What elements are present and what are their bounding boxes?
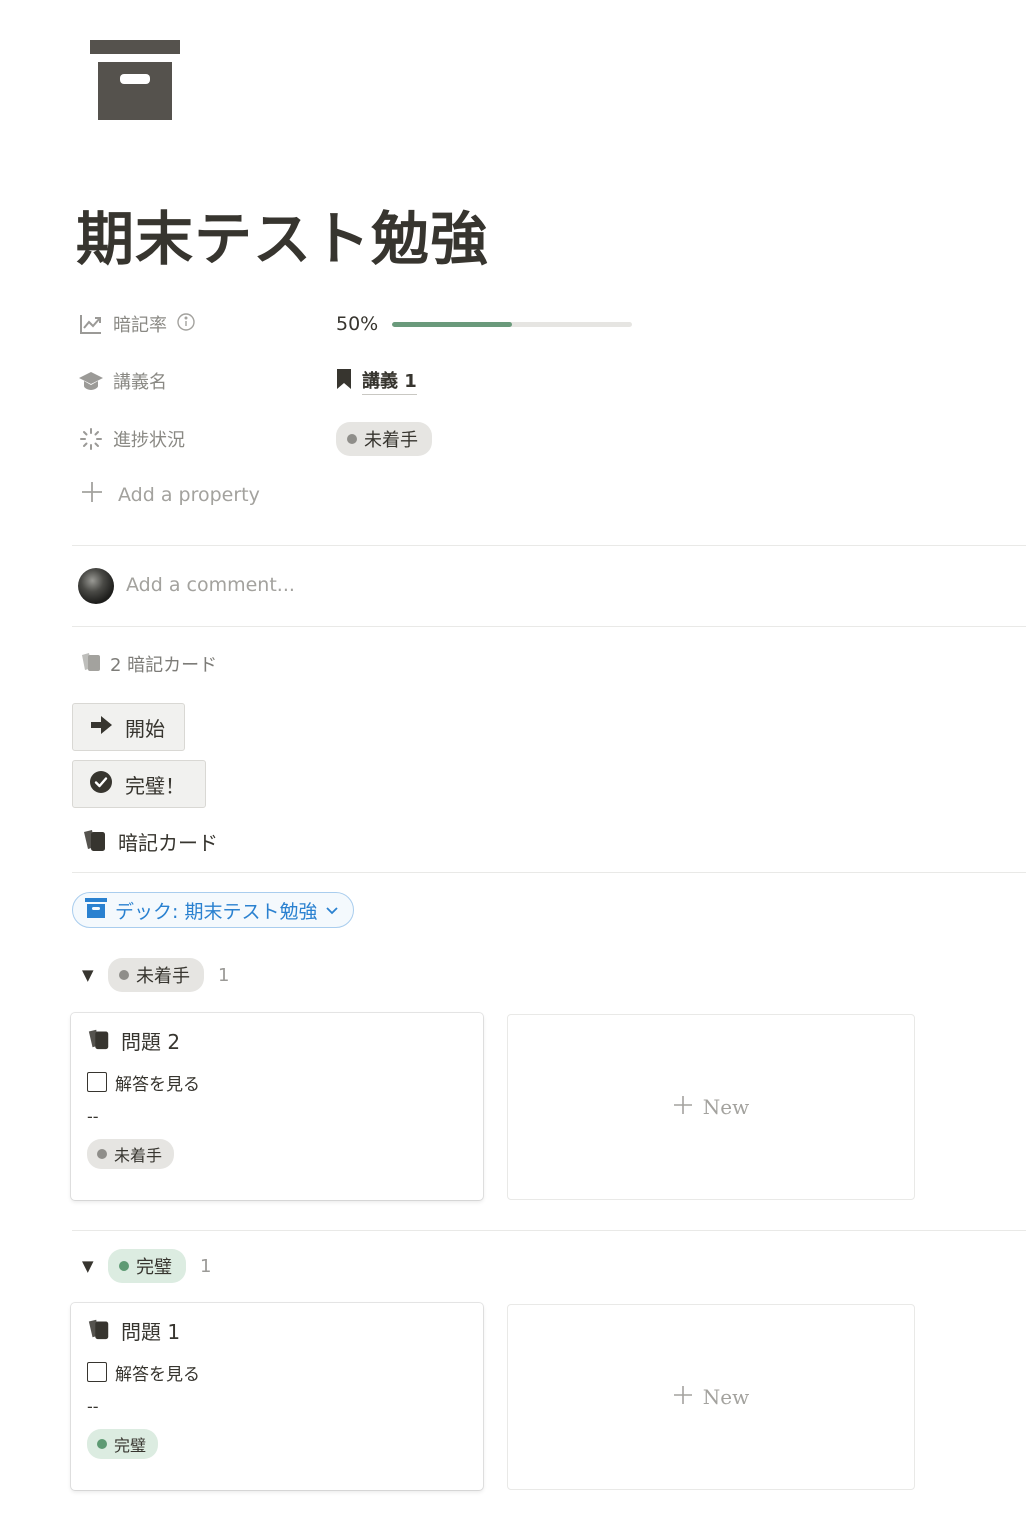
relation-link-lecture[interactable]: 講義 1 [336,367,417,395]
board-card[interactable]: 問題 2 解答を見る -- 未着手 [71,1013,483,1200]
chevron-down-icon [325,899,339,921]
add-property-button[interactable]: Add a property [80,480,260,509]
status-badge[interactable]: 未着手 [336,422,432,456]
status-dot [347,434,357,444]
progress-fill [392,321,512,327]
property-row-recall-rate: 暗記率 50% [78,304,1008,344]
property-label: 進捗状況 [113,430,185,451]
card-title: 問題 1 [87,1316,467,1345]
empty-property: -- [87,1397,99,1416]
toggle-triangle-icon[interactable]: ▼ [82,1257,96,1275]
done-button-label: 完璧！ [125,773,185,798]
database-title[interactable]: 暗記カード [82,826,218,857]
status-dot [97,1149,107,1159]
property-value-recall-rate[interactable]: 50% [336,313,632,335]
database-title-text: 暗記カード [118,831,218,855]
status-badge: 完璧 [87,1429,159,1459]
status-text: 未着手 [364,430,418,451]
plus-icon [80,480,104,509]
property-label: 講義名 [113,372,167,393]
board-card[interactable]: 問題 1 解答を見る -- 完璧 [71,1303,483,1490]
divider [72,1230,1026,1231]
page-title[interactable]: 期末テスト勉強 [76,192,489,276]
card-checkbox-row[interactable]: 解答を見る [87,1359,467,1385]
add-property-label: Add a property [118,483,260,506]
checkbox[interactable] [87,1072,107,1092]
progress-text: 50% [336,313,379,335]
filter-chip-text: デック: 期末テスト勉強 [115,900,318,923]
status-dot [97,1439,107,1449]
status-badge: 未着手 [87,1139,175,1169]
info-icon[interactable] [176,312,196,337]
checkbox[interactable] [87,1362,107,1382]
card-title: 問題 2 [87,1026,467,1055]
status-dot [119,970,129,980]
card-title-text: 問題 2 [121,1029,181,1054]
avatar [78,568,114,604]
backlinks-text: 2 暗記カード [110,654,218,676]
archive-box-icon[interactable] [90,40,180,122]
start-button-label: 開始 [125,716,165,741]
card-status: 未着手 [87,1139,467,1169]
divider [72,626,1026,627]
start-button[interactable]: 開始 [72,703,185,751]
property-name-status[interactable]: 進捗状況 [78,426,336,452]
arrow-right-icon [89,714,113,741]
property-name-recall-rate[interactable]: 暗記率 [78,311,336,337]
new-card-label: New [702,1385,750,1409]
new-card-label: New [702,1095,750,1119]
plus-icon [673,1095,693,1120]
cards-icon [82,826,108,857]
backlinks[interactable]: 2 暗記カード [80,650,217,677]
graduation-cap-icon [78,368,104,394]
relation-text: 講義 1 [362,367,417,395]
group-header-not-started[interactable]: ▼ 未着手 1 [82,958,229,992]
status-dot [119,1261,129,1271]
new-card-button[interactable]: New [507,1014,915,1200]
card-checkbox-row[interactable]: 解答を見る [87,1069,467,1095]
bookmark-icon [336,368,352,395]
property-label: 暗記率 [113,315,167,336]
checkbox-label: 解答を見る [115,1074,200,1095]
status-text: 未着手 [114,1146,163,1165]
group-status-text: 完璧 [136,1257,172,1278]
group-count: 1 [218,964,230,986]
property-value-status[interactable]: 未着手 [336,422,432,456]
cards-icon [87,1316,111,1345]
divider [72,872,1026,873]
progress-bar [392,321,632,327]
done-button[interactable]: 完璧！ [72,760,206,808]
property-row-lecture: 講義名 講義 1 [78,361,1008,401]
group-status-text: 未着手 [136,966,190,987]
trend-chart-icon [78,311,104,337]
cards-icon [87,1026,111,1055]
property-name-lecture[interactable]: 講義名 [78,368,336,394]
empty-property: -- [87,1107,99,1126]
card-status: 完璧 [87,1429,467,1459]
property-value-lecture[interactable]: 講義 1 [336,367,417,395]
divider [72,545,1026,546]
group-count: 1 [200,1255,212,1277]
plus-icon [673,1385,693,1410]
comment-input[interactable]: Add a comment... [126,574,295,596]
status-text: 完璧 [114,1436,147,1455]
loading-spinner-icon [78,426,104,452]
cards-icon [80,650,102,677]
group-status-badge: 完璧 [108,1249,186,1283]
property-row-status: 進捗状況 未着手 [78,419,1008,459]
toggle-triangle-icon[interactable]: ▼ [82,966,96,984]
filter-chip[interactable]: デック: 期末テスト勉強 [72,892,355,928]
checkbox-label: 解答を見る [115,1364,200,1385]
group-status-badge: 未着手 [108,958,204,992]
new-card-button[interactable]: New [507,1304,915,1490]
group-header-complete[interactable]: ▼ 完璧 1 [82,1249,211,1283]
check-circle-icon [89,770,113,799]
archive-box-icon [85,897,107,923]
card-title-text: 問題 1 [121,1319,181,1344]
